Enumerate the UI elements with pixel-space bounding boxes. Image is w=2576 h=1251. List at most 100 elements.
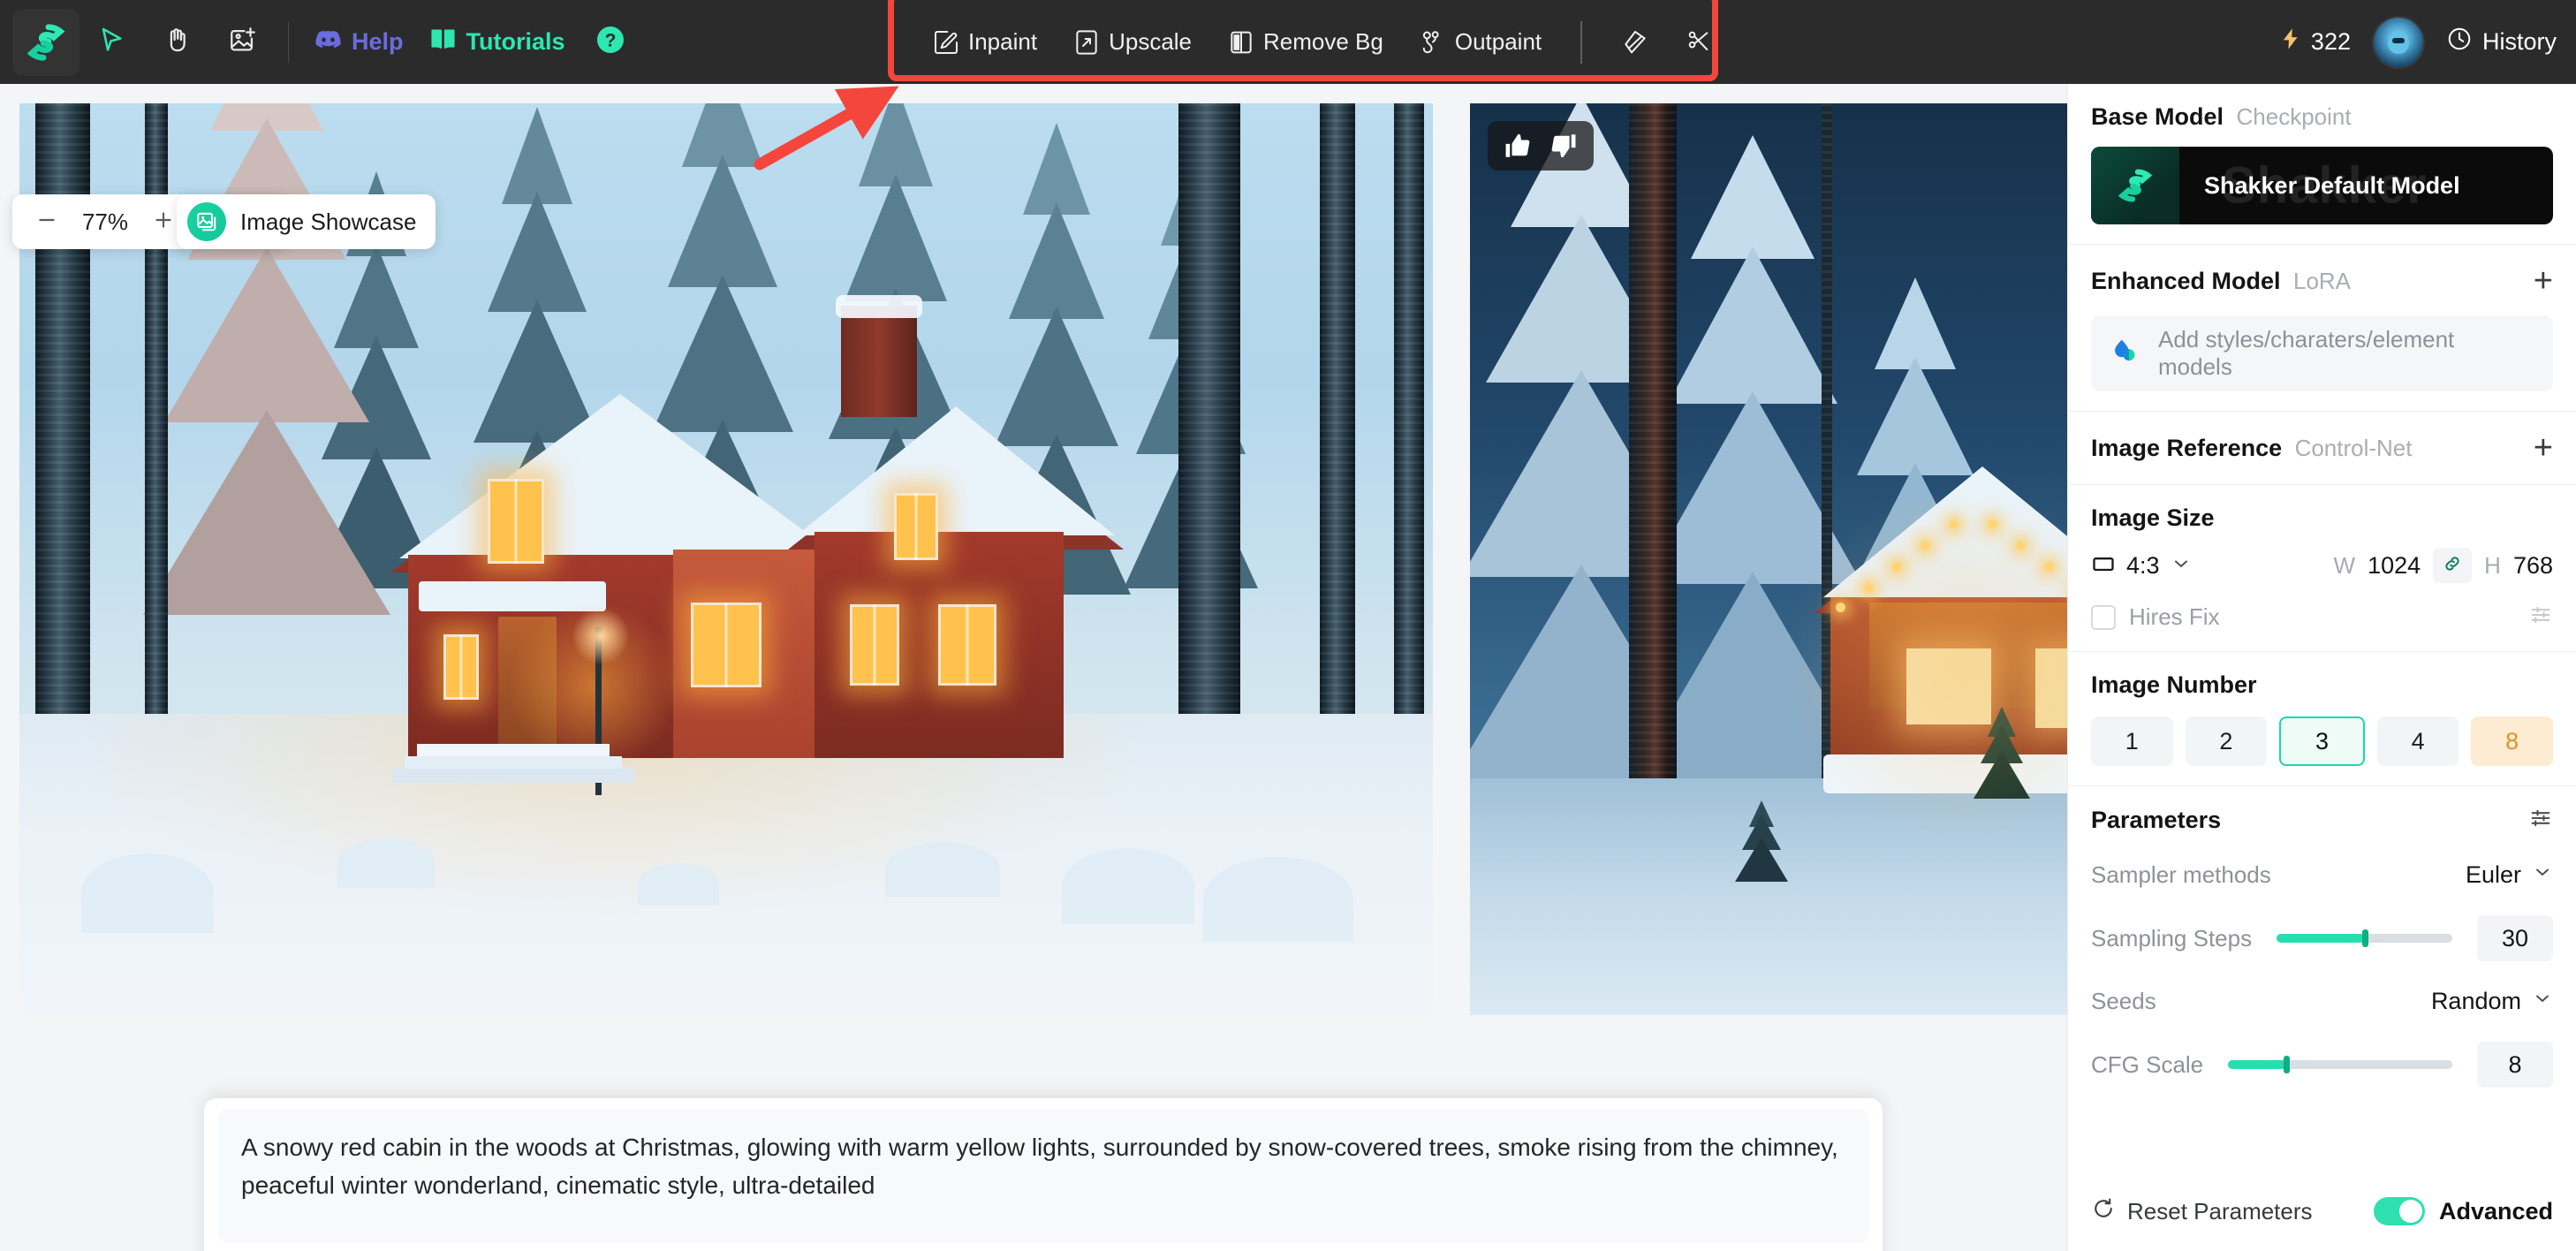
- generated-image-2[interactable]: [1470, 103, 2067, 1015]
- prompt-panel: A snowy red cabin in the woods at Christ…: [204, 1098, 1883, 1251]
- image-number-option-4[interactable]: 4: [2376, 716, 2459, 766]
- outpaint-label: Outpaint: [1454, 28, 1542, 55]
- cfg-scale-value[interactable]: 8: [2477, 1042, 2553, 1088]
- credits-badge[interactable]: 322: [2278, 27, 2351, 57]
- advanced-label: Advanced: [2438, 1197, 2553, 1224]
- lightning-bolt-icon: [2278, 27, 2303, 57]
- aspect-ratio-select[interactable]: 4:3: [2091, 551, 2192, 580]
- crop-cut-button[interactable]: [1667, 19, 1731, 65]
- add-image-tool[interactable]: [210, 10, 276, 75]
- chevron-down-icon: [2532, 988, 2553, 1015]
- aspect-ratio-value: 4:3: [2126, 551, 2160, 579]
- image-size-title: Image Size: [2091, 504, 2215, 531]
- image-plus-icon: [228, 25, 258, 59]
- minus-icon: [35, 208, 58, 236]
- link-aspect-button[interactable]: [2433, 548, 2473, 583]
- zoom-level[interactable]: 77%: [71, 208, 140, 236]
- outpaint-button[interactable]: Outpaint: [1401, 19, 1559, 65]
- image-number-section: Image Number 1 2 3 4 8: [2068, 652, 2576, 786]
- sampling-steps-value[interactable]: 30: [2477, 915, 2553, 961]
- chevron-down-icon: [2171, 553, 2192, 579]
- tutorials-link[interactable]: Tutorials: [416, 16, 578, 69]
- hires-fix-checkbox[interactable]: [2091, 604, 2116, 630]
- select-tool[interactable]: [80, 10, 145, 75]
- prompt-input[interactable]: A snowy red cabin in the woods at Christ…: [218, 1109, 1868, 1243]
- thumbs-up-icon[interactable]: [1503, 131, 1533, 161]
- eraser-button[interactable]: [1603, 19, 1667, 65]
- outpaint-icon: [1419, 28, 1447, 57]
- pan-tool[interactable]: [145, 10, 210, 75]
- top-toolbar-right: 322 History: [2278, 0, 2557, 84]
- zoom-out-button[interactable]: [27, 201, 67, 242]
- image-number-option-8[interactable]: 8: [2471, 716, 2553, 766]
- sampling-steps-row: Sampling Steps 30: [2091, 915, 2553, 961]
- cfg-scale-label: CFG Scale: [2091, 1050, 2204, 1078]
- cfg-scale-row: CFG Scale 8: [2091, 1042, 2553, 1088]
- add-controlnet-button[interactable]: +: [2534, 431, 2553, 465]
- base-model-subtitle: Checkpoint: [2236, 103, 2352, 130]
- arrow-expand-icon: [1072, 28, 1101, 57]
- parameters-header: Parameters: [2091, 806, 2553, 835]
- help-link[interactable]: Help: [301, 16, 416, 69]
- remove-bg-label: Remove Bg: [1263, 28, 1383, 55]
- top-toolbar-left: Help Tutorials ?: [0, 0, 643, 84]
- question-button[interactable]: ?: [578, 10, 643, 75]
- base-model-name: Shakker Default Model: [2204, 171, 2460, 199]
- hires-fix-toggle[interactable]: Hires Fix: [2091, 603, 2220, 631]
- sampler-select[interactable]: Euler: [2466, 861, 2553, 889]
- tutorials-label: Tutorials: [466, 28, 565, 55]
- image-number-title: Image Number: [2091, 671, 2257, 698]
- image-size-header: Image Size: [2091, 504, 2553, 532]
- seeds-value: Random: [2430, 988, 2521, 1014]
- avatar[interactable]: [2373, 17, 2423, 67]
- width-input[interactable]: 1024: [2368, 552, 2421, 580]
- history-button[interactable]: History: [2446, 26, 2557, 58]
- seeds-label: Seeds: [2091, 988, 2156, 1014]
- upscale-button[interactable]: Upscale: [1055, 19, 1209, 65]
- width-label: W: [2333, 551, 2356, 579]
- base-model-card[interactable]: Shakker Shakker Default Model: [2091, 147, 2553, 224]
- cfg-scale-slider[interactable]: [2228, 1056, 2452, 1073]
- image-number-option-3[interactable]: 3: [2279, 716, 2365, 766]
- shakker-logo-icon[interactable]: [12, 8, 80, 76]
- scissors-icon: [1685, 28, 1713, 57]
- base-model-header: Base Model Checkpoint: [2091, 103, 2553, 131]
- enhanced-model-section: Enhanced Model LoRA + Add styles/charate…: [2068, 245, 2576, 412]
- enhanced-model-title: Enhanced Model: [2091, 267, 2281, 294]
- image-number-option-1[interactable]: 1: [2091, 716, 2173, 766]
- advanced-switch[interactable]: [2373, 1197, 2425, 1225]
- image-reference-header: Image Reference Control-Net +: [2091, 431, 2553, 465]
- image-feedback-controls: [1488, 121, 1594, 171]
- sampling-steps-slider[interactable]: [2277, 929, 2452, 947]
- refresh-icon: [2091, 1196, 2116, 1227]
- canvas-area[interactable]: 77% Image Showcase A snowy red cabin in …: [0, 84, 2067, 1251]
- thumbs-down-icon[interactable]: [1549, 131, 1579, 161]
- credits-value: 322: [2310, 28, 2351, 55]
- base-model-title: Base Model: [2091, 103, 2224, 130]
- sliders-icon[interactable]: [2528, 603, 2553, 632]
- settings-panel: Base Model Checkpoint Shakker Shakker De…: [2067, 84, 2576, 1251]
- advanced-toggle-group: Advanced: [2373, 1197, 2553, 1225]
- image-number-options: 1 2 3 4 8: [2091, 716, 2553, 766]
- clock-icon: [2446, 26, 2473, 58]
- link-icon: [2442, 553, 2463, 579]
- inpaint-button[interactable]: Inpaint: [914, 19, 1055, 65]
- add-lora-button[interactable]: +: [2534, 264, 2553, 298]
- sampler-row: Sampler methods Euler: [2091, 861, 2553, 889]
- height-input[interactable]: 768: [2513, 552, 2553, 580]
- remove-bg-button[interactable]: Remove Bg: [1209, 19, 1401, 65]
- seeds-select[interactable]: Random: [2431, 988, 2553, 1015]
- lora-slot[interactable]: Add styles/charaters/element models: [2091, 315, 2553, 391]
- enhanced-model-subtitle: LoRA: [2292, 267, 2352, 294]
- split-panel-icon: [1227, 28, 1255, 57]
- parameters-settings-icon[interactable]: [2528, 806, 2553, 835]
- reset-parameters-button[interactable]: Reset Parameters: [2091, 1196, 2313, 1227]
- image-showcase-label: Image Showcase: [240, 208, 417, 235]
- image-number-option-2[interactable]: 2: [2185, 716, 2268, 766]
- parameters-section: Parameters Sampler methods Euler Samplin…: [2068, 786, 2576, 1107]
- image-showcase-button[interactable]: Image Showcase: [177, 194, 436, 249]
- history-label: History: [2481, 28, 2557, 55]
- sampler-label: Sampler methods: [2091, 861, 2271, 888]
- height-label: H: [2484, 551, 2501, 579]
- hires-fix-row: Hires Fix: [2091, 603, 2553, 632]
